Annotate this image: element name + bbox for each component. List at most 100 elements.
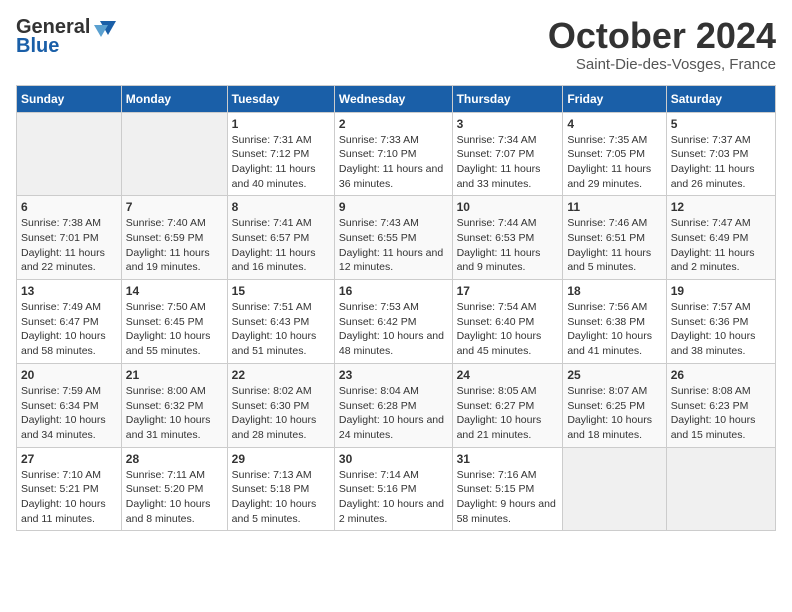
calendar-cell: 4Sunrise: 7:35 AMSunset: 7:05 PMDaylight… [563,112,666,196]
calendar-week-row: 20 Sunrise: 7:59 AMSunset: 6:34 PMDayligh… [17,363,776,447]
day-info: Sunrise: 7:37 AMSunset: 7:03 PMDaylight:… [671,133,771,192]
day-info: Sunrise: 8:08 AMSunset: 6:23 PMDaylight:… [671,384,771,443]
column-header-tuesday: Tuesday [227,85,334,112]
day-number: 16 [339,284,448,298]
calendar-cell: 17 Sunrise: 7:54 AMSunset: 6:40 PMDayligh… [452,280,563,364]
location-subtitle: Saint-Die-des-Vosges, France [548,56,776,73]
day-info: Sunrise: 7:47 AMSunset: 6:49 PMDaylight:… [671,216,771,275]
calendar-cell: 10 Sunrise: 7:44 AMSunset: 6:53 PMDayligh… [452,196,563,280]
day-info: Sunrise: 7:16 AMSunset: 5:15 PMDaylight:… [457,468,559,527]
day-info: Sunrise: 7:59 AMSunset: 6:34 PMDaylight:… [21,384,117,443]
day-info: Sunrise: 7:44 AMSunset: 6:53 PMDaylight:… [457,216,559,275]
title-area: October 2024 Saint-Die-des-Vosges, Franc… [548,16,776,73]
calendar-cell: 29 Sunrise: 7:13 AMSunset: 5:18 PMDayligh… [227,447,334,531]
calendar-cell: 14 Sunrise: 7:50 AMSunset: 6:45 PMDayligh… [121,280,227,364]
day-number: 6 [21,200,117,214]
day-info: Sunrise: 7:38 AMSunset: 7:01 PMDaylight:… [21,216,117,275]
calendar-cell: 27 Sunrise: 7:10 AMSunset: 5:21 PMDayligh… [17,447,122,531]
calendar-cell: 31 Sunrise: 7:16 AMSunset: 5:15 PMDayligh… [452,447,563,531]
calendar-week-row: 1 Sunrise: 7:31 AMSunset: 7:12 PMDaylight… [17,112,776,196]
day-number: 13 [21,284,117,298]
day-number: 15 [232,284,330,298]
day-info: Sunrise: 7:56 AMSunset: 6:38 PMDaylight:… [567,300,661,359]
column-header-saturday: Saturday [666,85,775,112]
calendar-cell [666,447,775,531]
day-info: Sunrise: 7:57 AMSunset: 6:36 PMDaylight:… [671,300,771,359]
column-header-friday: Friday [563,85,666,112]
calendar-table: SundayMondayTuesdayWednesdayThursdayFrid… [16,85,776,532]
day-info: Sunrise: 7:53 AMSunset: 6:42 PMDaylight:… [339,300,448,359]
day-number: 14 [126,284,223,298]
calendar-cell: 23Sunrise: 8:04 AMSunset: 6:28 PMDayligh… [334,363,452,447]
day-number: 17 [457,284,559,298]
day-number: 12 [671,200,771,214]
calendar-cell: 3 Sunrise: 7:34 AMSunset: 7:07 PMDaylight… [452,112,563,196]
day-number: 26 [671,368,771,382]
day-number: 27 [21,452,117,466]
calendar-cell: 7 Sunrise: 7:40 AMSunset: 6:59 PMDaylight… [121,196,227,280]
calendar-week-row: 27 Sunrise: 7:10 AMSunset: 5:21 PMDayligh… [17,447,776,531]
day-info: Sunrise: 8:07 AMSunset: 6:25 PMDaylight:… [567,384,661,443]
logo: General Blue [16,16,116,58]
day-number: 20 [21,368,117,382]
day-number: 10 [457,200,559,214]
day-number: 19 [671,284,771,298]
day-number: 1 [232,117,330,131]
day-info: Sunrise: 7:11 AMSunset: 5:20 PMDaylight:… [126,468,223,527]
day-info: Sunrise: 7:34 AMSunset: 7:07 PMDaylight:… [457,133,559,192]
day-number: 7 [126,200,223,214]
calendar-cell: 19 Sunrise: 7:57 AMSunset: 6:36 PMDayligh… [666,280,775,364]
day-number: 5 [671,117,771,131]
calendar-header-row: SundayMondayTuesdayWednesdayThursdayFrid… [17,85,776,112]
day-info: Sunrise: 7:50 AMSunset: 6:45 PMDaylight:… [126,300,223,359]
day-number: 3 [457,117,559,131]
calendar-cell [17,112,122,196]
day-info: Sunrise: 8:04 AMSunset: 6:28 PMDaylight:… [339,384,448,443]
day-info: Sunrise: 7:54 AMSunset: 6:40 PMDaylight:… [457,300,559,359]
calendar-cell: 26 Sunrise: 8:08 AMSunset: 6:23 PMDayligh… [666,363,775,447]
day-number: 18 [567,284,661,298]
calendar-cell: 18 Sunrise: 7:56 AMSunset: 6:38 PMDayligh… [563,280,666,364]
calendar-week-row: 13 Sunrise: 7:49 AMSunset: 6:47 PMDayligh… [17,280,776,364]
calendar-cell: 16 Sunrise: 7:53 AMSunset: 6:42 PMDayligh… [334,280,452,364]
day-info: Sunrise: 7:10 AMSunset: 5:21 PMDaylight:… [21,468,117,527]
day-info: Sunrise: 7:33 AMSunset: 7:10 PMDaylight:… [339,133,448,192]
month-title: October 2024 [548,16,776,56]
calendar-cell: 22Sunrise: 8:02 AMSunset: 6:30 PMDayligh… [227,363,334,447]
day-info: Sunrise: 7:13 AMSunset: 5:18 PMDaylight:… [232,468,330,527]
calendar-cell: 21 Sunrise: 8:00 AMSunset: 6:32 PMDayligh… [121,363,227,447]
calendar-cell: 24Sunrise: 8:05 AMSunset: 6:27 PMDayligh… [452,363,563,447]
day-number: 4 [567,117,661,131]
calendar-cell: 30 Sunrise: 7:14 AMSunset: 5:16 PMDayligh… [334,447,452,531]
calendar-week-row: 6 Sunrise: 7:38 AMSunset: 7:01 PMDaylight… [17,196,776,280]
calendar-cell: 1 Sunrise: 7:31 AMSunset: 7:12 PMDaylight… [227,112,334,196]
calendar-cell: 12 Sunrise: 7:47 AMSunset: 6:49 PMDayligh… [666,196,775,280]
day-info: Sunrise: 7:41 AMSunset: 6:57 PMDaylight:… [232,216,330,275]
calendar-cell: 2 Sunrise: 7:33 AMSunset: 7:10 PMDaylight… [334,112,452,196]
day-number: 2 [339,117,448,131]
day-info: Sunrise: 7:14 AMSunset: 5:16 PMDaylight:… [339,468,448,527]
calendar-cell [121,112,227,196]
day-number: 30 [339,452,448,466]
logo-blue: Blue [16,35,59,58]
column-header-sunday: Sunday [17,85,122,112]
column-header-thursday: Thursday [452,85,563,112]
day-number: 29 [232,452,330,466]
day-number: 31 [457,452,559,466]
day-info: Sunrise: 7:51 AMSunset: 6:43 PMDaylight:… [232,300,330,359]
day-info: Sunrise: 7:40 AMSunset: 6:59 PMDaylight:… [126,216,223,275]
column-header-wednesday: Wednesday [334,85,452,112]
day-info: Sunrise: 7:43 AMSunset: 6:55 PMDaylight:… [339,216,448,275]
day-info: Sunrise: 7:49 AMSunset: 6:47 PMDaylight:… [21,300,117,359]
day-info: Sunrise: 8:00 AMSunset: 6:32 PMDaylight:… [126,384,223,443]
day-number: 21 [126,368,223,382]
logo-icon [94,19,116,37]
day-number: 9 [339,200,448,214]
day-info: Sunrise: 7:31 AMSunset: 7:12 PMDaylight:… [232,133,330,192]
day-info: Sunrise: 8:05 AMSunset: 6:27 PMDaylight:… [457,384,559,443]
day-number: 22 [232,368,330,382]
day-number: 8 [232,200,330,214]
calendar-cell: 5 Sunrise: 7:37 AMSunset: 7:03 PMDaylight… [666,112,775,196]
day-number: 25 [567,368,661,382]
day-number: 11 [567,200,661,214]
